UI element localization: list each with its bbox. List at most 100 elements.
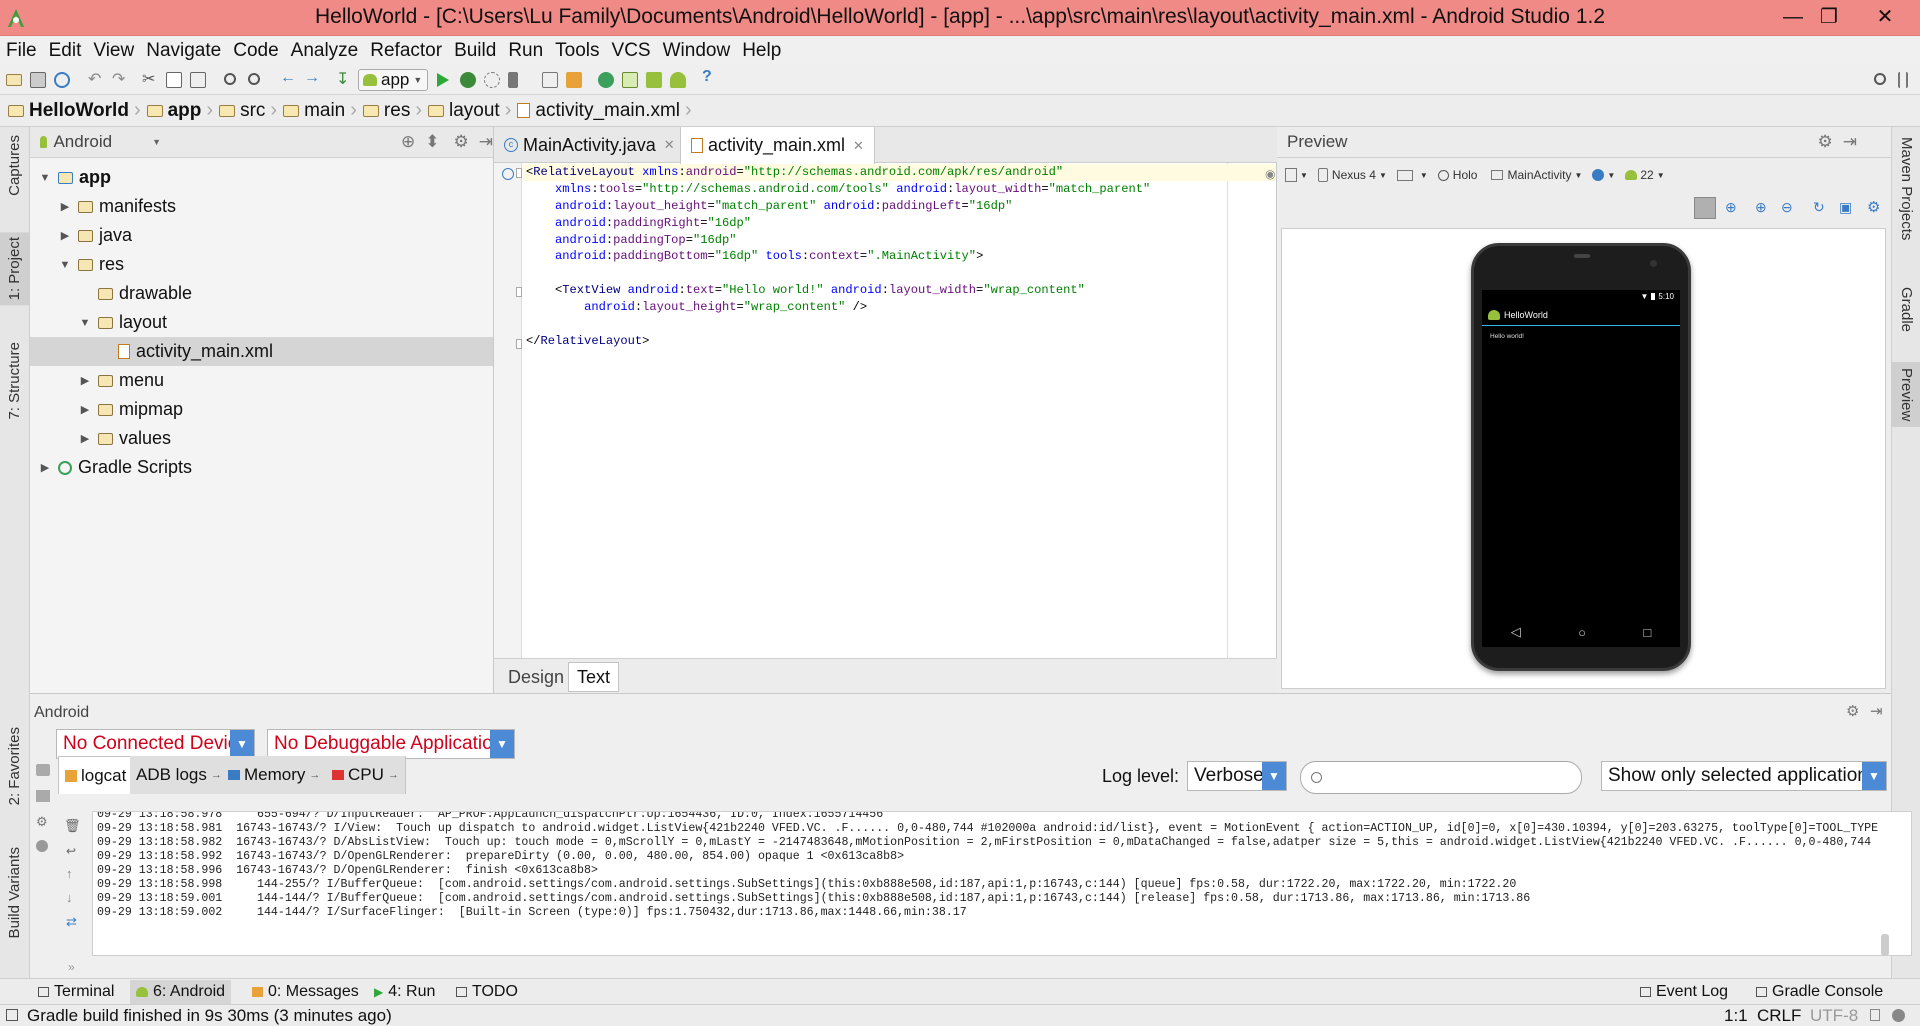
menu-file[interactable]: File <box>6 40 37 62</box>
event-log-tool-button[interactable]: Event Log <box>1640 983 1728 1001</box>
hide-icon[interactable]: ⇥ <box>479 132 493 152</box>
menu-run[interactable]: Run <box>508 40 543 62</box>
tree-item-res[interactable]: ▼ res <box>30 250 493 279</box>
theme-selector[interactable]: Holo <box>1453 168 1478 182</box>
breadcrumb-item-helloworld[interactable]: HelloWorld › <box>8 99 141 122</box>
restart-icon[interactable]: ⇄ <box>66 914 77 930</box>
breadcrumb-item-activity-main[interactable]: activity_main.xml › <box>517 99 692 122</box>
chevron-down-icon[interactable]: ▼ <box>1420 171 1428 180</box>
system-info-icon[interactable]: ⚙ <box>36 814 48 830</box>
back-icon[interactable]: ← <box>280 69 296 86</box>
gear-icon[interactable]: ⚙ <box>454 132 469 152</box>
expanded-arrow-icon[interactable]: ▼ <box>58 259 72 271</box>
tree-item-manifests[interactable]: ▶ manifests <box>30 192 493 221</box>
tab-structure[interactable]: 7: Structure <box>6 342 23 420</box>
soft-wrap-icon[interactable]: ↩ <box>66 844 76 858</box>
fold-marker-icon[interactable] <box>516 168 522 178</box>
record-icon[interactable] <box>36 790 50 802</box>
detach-icon[interactable]: → <box>211 769 222 781</box>
tree-item-menu[interactable]: ▶ menu <box>30 366 493 395</box>
logcat-output[interactable]: 09-29 13:18:58.978 655-694/? D/InputRead… <box>92 811 1912 956</box>
activity-selector[interactable]: MainActivity <box>1507 168 1571 182</box>
tab-captures[interactable]: Captures <box>6 135 23 196</box>
cut-icon[interactable]: ✂ <box>142 69 158 88</box>
paste-icon[interactable] <box>190 72 206 88</box>
tree-item-gradle-scripts[interactable]: ▶ Gradle Scripts <box>30 453 493 482</box>
todo-tool-button[interactable]: TODO <box>456 983 518 1001</box>
camera-icon[interactable] <box>36 764 50 776</box>
undo-icon[interactable]: ↶ <box>88 69 104 88</box>
fold-marker-icon[interactable] <box>516 287 522 297</box>
terminate-icon[interactable] <box>36 840 48 852</box>
expanded-arrow-icon[interactable]: ▼ <box>78 317 92 329</box>
avd-manager-icon[interactable] <box>622 72 638 88</box>
tree-item-java[interactable]: ▶ java <box>30 221 493 250</box>
tree-item-values[interactable]: ▶ values <box>30 424 493 453</box>
expand-icon[interactable]: » <box>68 960 75 974</box>
tab-preview[interactable]: Preview <box>1892 362 1920 428</box>
menu-vcs[interactable]: VCS <box>612 40 651 62</box>
run-tool-button[interactable]: ▶ 4: Run <box>374 983 435 1001</box>
expanded-arrow-icon[interactable]: ▼ <box>38 172 52 184</box>
class-marker-icon[interactable] <box>502 168 514 180</box>
scroll-down-icon[interactable]: ↓ <box>66 890 73 905</box>
run-config-dropdown[interactable]: app ▼ <box>358 69 428 91</box>
breadcrumb-item-res[interactable]: res › <box>362 99 422 122</box>
close-button[interactable]: ✕ <box>1868 3 1902 31</box>
fold-marker-icon[interactable] <box>516 339 522 349</box>
hide-icon[interactable]: ⇥ <box>1843 132 1857 152</box>
tree-item-mipmap[interactable]: ▶ mipmap <box>30 395 493 424</box>
sync-icon[interactable] <box>54 72 70 88</box>
save-icon[interactable] <box>30 72 46 88</box>
search-everywhere-icon[interactable] <box>1874 73 1886 85</box>
menu-code[interactable]: Code <box>233 40 278 62</box>
collapsed-arrow-icon[interactable]: ▶ <box>58 229 72 242</box>
menu-window[interactable]: Window <box>663 40 731 62</box>
collapsed-arrow-icon[interactable]: ▶ <box>38 461 52 474</box>
tab-maven-projects[interactable]: Maven Projects <box>1898 137 1915 240</box>
open-folder-icon[interactable] <box>6 74 22 86</box>
locale-icon[interactable] <box>1592 169 1605 181</box>
minimize-button[interactable]: — <box>1776 3 1810 31</box>
breadcrumb-item-src[interactable]: src › <box>219 99 277 122</box>
tab-activity-main-xml[interactable]: activity_main.xml ✕ <box>680 127 875 164</box>
tool-windows-toggle-icon[interactable] <box>6 1009 18 1021</box>
lock-icon[interactable] <box>1870 1009 1880 1021</box>
clear-log-icon[interactable]: 🗑 <box>64 818 81 834</box>
gear-icon[interactable]: ⚙ <box>1846 702 1859 720</box>
close-tab-icon[interactable]: ✕ <box>853 138 864 154</box>
collapsed-arrow-icon[interactable]: ▶ <box>78 374 92 387</box>
debug-icon[interactable] <box>460 72 476 88</box>
attach-debugger-icon[interactable] <box>484 72 500 88</box>
settings-icon[interactable]: ⚙ <box>1867 198 1880 216</box>
collapsed-arrow-icon[interactable]: ▶ <box>78 403 92 416</box>
stop-icon[interactable] <box>508 72 518 88</box>
gradle-sync-icon[interactable] <box>598 72 614 88</box>
tab-cpu[interactable]: CPU → <box>326 756 406 794</box>
make-project-icon[interactable]: ↧ <box>336 69 352 88</box>
tab-project[interactable]: 1: Project <box>0 232 30 306</box>
forward-icon[interactable]: → <box>304 69 320 86</box>
settings-icon[interactable] <box>566 72 582 88</box>
chevron-down-icon[interactable]: ▼ <box>1300 171 1308 180</box>
android-monitor-icon[interactable] <box>670 72 686 88</box>
device-selector[interactable]: Nexus 4 <box>1332 168 1376 182</box>
android-tool-button[interactable]: 6: Android <box>130 980 232 1004</box>
breadcrumb-item-layout[interactable]: layout › <box>428 99 511 122</box>
tab-memory[interactable]: Memory → <box>222 756 328 794</box>
tree-item-layout[interactable]: ▼ layout <box>30 308 493 337</box>
menu-edit[interactable]: Edit <box>49 40 82 62</box>
log-level-dropdown[interactable]: Verbose ▼ <box>1187 761 1287 791</box>
locate-icon[interactable]: ⊕ <box>401 132 415 152</box>
hide-icon[interactable]: ⇥ <box>1870 702 1883 720</box>
breadcrumb-item-main[interactable]: main › <box>283 99 357 122</box>
menu-tools[interactable]: Tools <box>555 40 599 62</box>
log-search-field[interactable] <box>1300 761 1582 794</box>
chevron-down-icon[interactable]: ▼ <box>1607 171 1615 180</box>
menu-analyze[interactable]: Analyze <box>291 40 359 62</box>
detach-icon[interactable]: → <box>388 769 399 781</box>
caret-position[interactable]: 1:1 <box>1724 1006 1748 1026</box>
help-icon[interactable]: ? <box>702 68 718 85</box>
tab-favorites[interactable]: 2: Favorites <box>6 727 23 805</box>
run-icon[interactable] <box>436 72 450 88</box>
